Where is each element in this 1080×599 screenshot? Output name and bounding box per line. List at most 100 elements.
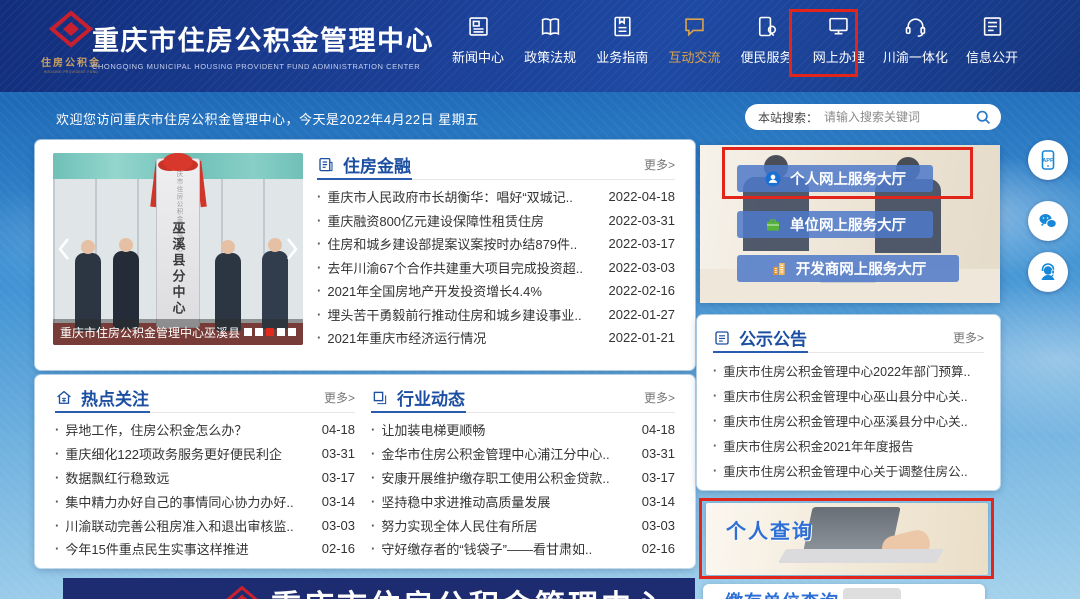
announcement-item[interactable]: 重庆市住房公积金管理中心2022年部门预算..: [713, 358, 984, 383]
page: 住房公积金 HOUSING PROVIDENT FUND 重庆市住房公积金管理中…: [0, 0, 1080, 599]
search-icon[interactable]: [975, 109, 992, 126]
carousel-dots: [244, 328, 296, 336]
unit-query-banner[interactable]: 缴存单位查询: [703, 584, 985, 599]
nav-item-chuanyu-integration[interactable]: 川渝一体化: [883, 13, 948, 66]
carousel-next-button[interactable]: [283, 232, 301, 266]
news-item[interactable]: 安康开展维护缴存职工使用公积金贷款.. 03-17: [371, 466, 675, 490]
news-title: 2021年重庆市经济运行情况: [327, 328, 600, 347]
nav-item-business-guide[interactable]: 业务指南: [594, 13, 650, 66]
customer-service-button[interactable]: [1028, 252, 1068, 292]
nav-item-news-center[interactable]: 新闻中心: [450, 13, 506, 66]
news-item[interactable]: 川渝联动完善公租房准入和退出审核监.. 03-03: [55, 513, 355, 537]
news-item[interactable]: 重庆细化122项政务服务更好便民利企 03-31: [55, 442, 355, 466]
carousel-prev-button[interactable]: [55, 232, 73, 266]
nav-item-information-disclosure[interactable]: 信息公开: [964, 13, 1020, 66]
news-date: 2022-03-03: [609, 260, 676, 275]
button-label: 开发商网上服务大厅: [796, 258, 927, 279]
news-item[interactable]: 守好缴存者的“钱袋子”——看甘肃如.. 02-16: [371, 537, 675, 561]
news-date: 02-16: [642, 541, 675, 556]
section-header: 住房金融 更多>: [317, 150, 675, 180]
ribbon-flower: [163, 153, 193, 171]
site-title-block: 重庆市住房公积金管理中心 CHONGQING MUNICIPAL HOUSING…: [92, 19, 434, 71]
more-link[interactable]: 更多>: [953, 329, 984, 346]
news-title: 数据飘红行稳致远: [65, 468, 313, 487]
more-link[interactable]: 更多>: [644, 156, 675, 173]
news-date: 2022-04-18: [609, 189, 676, 204]
news-title: 让加装电梯更顺畅: [381, 420, 633, 439]
announcement-title: 重庆市住房公积金管理中心巫山县分中心关..: [723, 386, 984, 405]
news-item[interactable]: 努力实现全体人民住有所居 03-03: [371, 513, 675, 537]
news-title: 重庆融资800亿元建设保障性租赁住房: [327, 211, 600, 230]
announcements-section: 公示公告 更多> 重庆市住房公积金管理中心2022年部门预算.. 重庆市住房公积…: [713, 323, 984, 483]
announcement-item[interactable]: 重庆市住房公积金2021年年度报告: [713, 433, 984, 458]
app-download-button[interactable]: APP: [1028, 140, 1068, 180]
news-item[interactable]: 住房和城乡建设部提案议案按时办结879件.. 2022-03-17: [317, 232, 675, 256]
site-subtitle: CHONGQING MUNICIPAL HOUSING PROVIDENT FU…: [92, 62, 434, 71]
person-figure: [113, 251, 139, 329]
news-item[interactable]: 让加装电梯更顺畅 04-18: [371, 418, 675, 442]
carousel-caption-bar: 重庆市住房公积金管理中心巫溪县: [53, 319, 303, 345]
news-item[interactable]: 今年15件重点民生实事这样推进 02-16: [55, 537, 355, 561]
news-item[interactable]: 集中精力办好自己的事情同心协力办好.. 03-14: [55, 489, 355, 513]
carousel-photo: 重庆市住房公积金管理中心 巫溪县分中心: [53, 153, 303, 345]
section-title: 行业动态: [397, 385, 465, 410]
carousel-dot[interactable]: [255, 328, 263, 336]
news-item[interactable]: 坚持稳中求进推动高质量发展 03-14: [371, 489, 675, 513]
nav-label: 便民服务: [741, 47, 793, 66]
news-title: 重庆市人民政府市长胡衡华：唱好“双城记..: [327, 187, 600, 206]
news-item[interactable]: 异地工作，住房公积金怎么办？ 04-18: [55, 418, 355, 442]
unit-online-hall-button[interactable]: 单位网上服务大厅: [737, 211, 933, 238]
section-header: 热点关注 更多>: [55, 383, 355, 413]
headset-icon: [902, 13, 929, 40]
nav-label: 新闻中心: [452, 47, 504, 66]
carousel-dot-active[interactable]: [266, 328, 274, 336]
news-title: 重庆细化122项政务服务更好便民利企: [65, 444, 313, 463]
news-date: 03-17: [642, 470, 675, 485]
news-item[interactable]: 重庆市人民政府市长胡衡华：唱好“双城记.. 2022-04-18: [317, 185, 675, 209]
news-title: 住房和城乡建设部提案议案按时办结879件..: [327, 234, 600, 253]
nav-item-online-service[interactable]: 网上办理: [811, 13, 867, 66]
announcement-title: 重庆市住房公积金2021年年度报告: [723, 436, 984, 455]
announcement-item[interactable]: 重庆市住房公积金管理中心巫溪县分中心关..: [713, 408, 984, 433]
news-item[interactable]: 埋头苦干勇毅前行推动住房和城乡建设事业.. 2022-01-27: [317, 303, 675, 327]
news-title: 埋头苦干勇毅前行推动住房和城乡建设事业..: [327, 305, 600, 324]
news-date: 03-31: [642, 446, 675, 461]
search-input[interactable]: [824, 110, 975, 124]
announcement-title: 重庆市住房公积金管理中心2022年部门预算..: [723, 361, 984, 380]
more-link[interactable]: 更多>: [644, 389, 675, 406]
footer-band: 重庆市住房公积金管理中心: [63, 578, 695, 599]
nav-item-interaction[interactable]: 互动交流: [666, 13, 722, 66]
nav-label: 网上办理: [813, 47, 865, 66]
personal-query-label: 个人查询: [726, 515, 814, 544]
nav-item-policies[interactable]: 政策法规: [522, 13, 578, 66]
industry-news-list: 让加装电梯更顺畅 04-18 金华市住房公积金管理中心浦江分中心.. 03-31…: [371, 418, 675, 561]
monument: 重庆市住房公积金管理中心 巫溪县分中心: [156, 158, 200, 328]
announcement-item[interactable]: 重庆市住房公积金管理中心巫山县分中心关..: [713, 383, 984, 408]
personal-online-hall-button[interactable]: 个人网上服务大厅: [737, 165, 933, 192]
carousel-caption: 重庆市住房公积金管理中心巫溪县: [60, 324, 240, 341]
more-link[interactable]: 更多>: [324, 389, 355, 406]
news-item[interactable]: 2021年重庆市经济运行情况 2022-01-21: [317, 326, 675, 350]
news-date: 02-16: [322, 541, 355, 556]
announcement-item[interactable]: 重庆市住房公积金管理中心关于调整住房公..: [713, 458, 984, 483]
news-item[interactable]: 金华市住房公积金管理中心浦江分中心.. 03-31: [371, 442, 675, 466]
main-nav: 新闻中心 政策法规 业务指南 互动交流: [450, 13, 1020, 66]
news-item[interactable]: 数据飘红行稳致远 03-17: [55, 466, 355, 490]
carousel-dot[interactable]: [288, 328, 296, 336]
nav-item-convenience-services[interactable]: 便民服务: [739, 13, 795, 66]
briefcase-icon: [764, 216, 782, 234]
news-title: 2021年全国房地产开发投资增长4.4%: [327, 281, 600, 300]
site-title: 重庆市住房公积金管理中心: [92, 19, 434, 58]
news-date: 2022-02-16: [609, 283, 676, 298]
announcements-card: 公示公告 更多> 重庆市住房公积金管理中心2022年部门预算.. 重庆市住房公积…: [697, 315, 1000, 490]
news-item[interactable]: 2021年全国房地产开发投资增长4.4% 2022-02-16: [317, 279, 675, 303]
news-title: 川渝联动完善公租房准入和退出审核监..: [65, 516, 313, 535]
news-item[interactable]: 去年川渝67个合作共建重大项目完成投资超.. 2022-03-03: [317, 256, 675, 280]
carousel-dot[interactable]: [277, 328, 285, 336]
wechat-button[interactable]: [1028, 201, 1068, 241]
news-item[interactable]: 重庆融资800亿元建设保障性租赁住房 2022-03-31: [317, 209, 675, 233]
developer-online-hall-button[interactable]: 开发商网上服务大厅: [737, 255, 959, 282]
button-label: 单位网上服务大厅: [790, 214, 906, 235]
personal-query-banner[interactable]: 个人查询: [706, 503, 988, 575]
carousel-dot[interactable]: [244, 328, 252, 336]
